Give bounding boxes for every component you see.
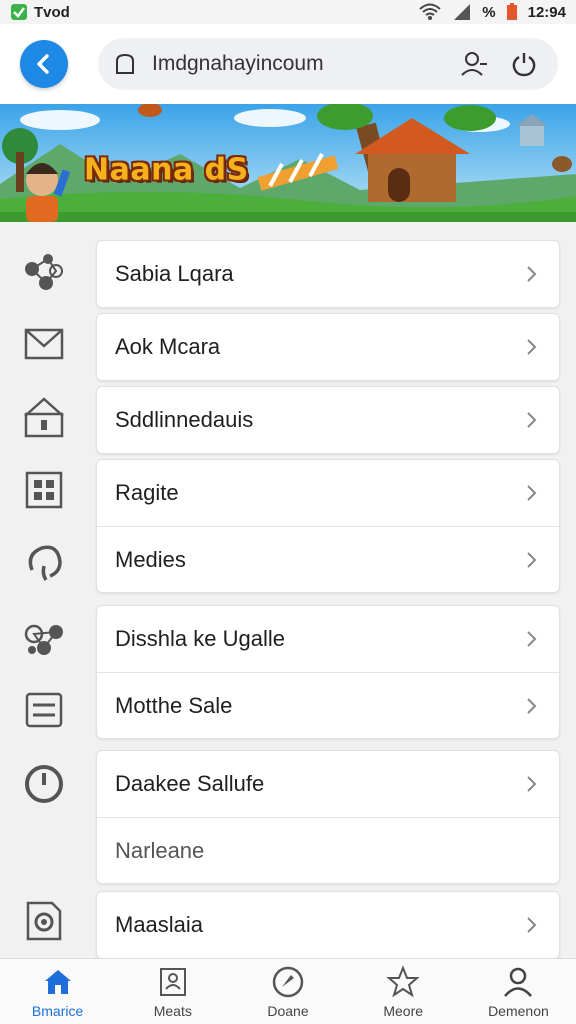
address-bar: Imdgnahayincoum bbox=[0, 24, 576, 104]
menu-card: Disshla ke Ugalle Motthe Sale bbox=[96, 605, 560, 739]
chevron-right-icon bbox=[527, 631, 537, 647]
power-dial-icon bbox=[20, 760, 68, 808]
menu-item[interactable]: Motthe Sale bbox=[97, 672, 559, 738]
menu-item-label: Narleane bbox=[115, 837, 205, 863]
chevron-right-icon bbox=[527, 266, 537, 282]
bottom-nav: Bmarice Meats Doane Meore Demenon bbox=[0, 958, 576, 1024]
menu-item-label: Disshla ke Ugalle bbox=[115, 626, 285, 651]
menu-card: Sddlinnedauis bbox=[96, 386, 560, 454]
nav-label: Meats bbox=[153, 1002, 192, 1019]
chevron-right-icon bbox=[527, 551, 537, 568]
nav-item-demenon[interactable]: Demenon bbox=[461, 959, 576, 1024]
chevron-right-icon bbox=[527, 339, 537, 355]
person-minus-icon bbox=[461, 52, 487, 76]
menu-item[interactable]: Sabia Lqara bbox=[97, 241, 559, 307]
menu-card: Maaslaia bbox=[96, 891, 560, 959]
nav-label: Meore bbox=[383, 1002, 424, 1019]
share-nodes-icon bbox=[20, 247, 68, 295]
menu-item-label: Ragite bbox=[115, 480, 179, 505]
chevron-right-icon bbox=[527, 917, 537, 933]
nav-label: Doane bbox=[267, 1002, 309, 1019]
compass-icon bbox=[271, 965, 305, 999]
target-doc-icon bbox=[20, 897, 68, 945]
chevron-right-icon bbox=[527, 485, 537, 501]
battery-icon bbox=[506, 3, 517, 20]
nodes-icon bbox=[20, 614, 68, 662]
power-icon bbox=[512, 53, 536, 77]
menu-item-label: Sddlinnedauis bbox=[115, 407, 254, 432]
home-icon bbox=[41, 965, 75, 999]
card-icon bbox=[156, 965, 190, 999]
banner-title: Naana dS bbox=[84, 152, 249, 188]
menu-item[interactable]: Daakee Sallufe bbox=[97, 751, 559, 817]
nav-item-home[interactable]: Bmarice bbox=[0, 959, 115, 1024]
nav-item-meats[interactable]: Meats bbox=[115, 959, 230, 1024]
back-button[interactable] bbox=[20, 40, 68, 88]
menu-item-label: Medies bbox=[115, 546, 186, 572]
home-outline-icon bbox=[20, 393, 68, 441]
clock: 12:94 bbox=[527, 3, 566, 21]
menu-item-label: Motthe Sale bbox=[115, 692, 233, 718]
arrow-left-icon bbox=[37, 54, 49, 74]
menu-item[interactable]: Ragite bbox=[97, 460, 559, 526]
nav-label: Bmarice bbox=[31, 1002, 84, 1019]
check-icon bbox=[11, 4, 27, 20]
nav-item-doane[interactable]: Doane bbox=[230, 959, 345, 1024]
url-text: Imdgnahayincoum bbox=[152, 52, 324, 75]
nav-label: Demenon bbox=[488, 1002, 549, 1019]
menu-item[interactable]: Aok Mcara bbox=[97, 314, 559, 380]
menu-card: Ragite Medies bbox=[96, 459, 560, 593]
wifi-icon bbox=[419, 3, 441, 20]
mail-icon bbox=[20, 320, 68, 368]
list-box-icon bbox=[20, 686, 68, 734]
site-info-icon bbox=[116, 53, 134, 74]
menu-item-label: Aok Mcara bbox=[115, 334, 221, 359]
chevron-right-icon bbox=[527, 412, 537, 428]
menu-item[interactable]: Disshla ke Ugalle bbox=[97, 606, 559, 672]
chevron-right-icon bbox=[527, 697, 537, 714]
refresh-arc-icon bbox=[20, 538, 68, 586]
status-carrier: Tvod bbox=[34, 3, 70, 21]
menu-item-label: Maaslaia bbox=[115, 912, 204, 937]
power-button[interactable] bbox=[504, 44, 544, 84]
menu-card: Daakee Sallufe Narleane bbox=[96, 750, 560, 884]
menu-card: Aok Mcara bbox=[96, 313, 560, 381]
menu-item-label: Daakee Sallufe bbox=[115, 771, 265, 796]
menu-item[interactable]: Narleane bbox=[97, 817, 559, 883]
signal-icon bbox=[454, 4, 471, 20]
status-bar: Tvod % 12:94 bbox=[0, 0, 576, 24]
battery-percent: % bbox=[482, 3, 496, 21]
url-field[interactable]: Imdgnahayincoum bbox=[98, 38, 558, 90]
menu-item[interactable]: Maaslaia bbox=[97, 892, 559, 958]
menu-card: Sabia Lqara bbox=[96, 240, 560, 308]
star-icon bbox=[386, 964, 420, 999]
menu-item[interactable]: Medies bbox=[97, 526, 559, 592]
nav-item-meore[interactable]: Meore bbox=[346, 959, 461, 1024]
menu-item-label: Sabia Lqara bbox=[115, 261, 234, 286]
person-icon bbox=[501, 965, 535, 999]
grid-icon bbox=[20, 466, 68, 514]
chevron-right-icon bbox=[527, 776, 537, 792]
menu-item[interactable]: Sddlinnedauis bbox=[97, 387, 559, 453]
profile-button[interactable] bbox=[454, 44, 494, 84]
